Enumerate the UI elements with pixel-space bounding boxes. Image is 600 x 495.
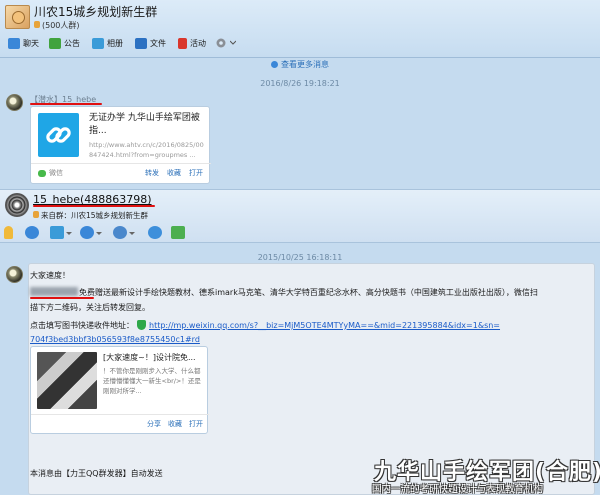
forward-button[interactable]: 转发 [145, 168, 159, 178]
group-avatar[interactable] [5, 5, 30, 29]
toolbar-files-button[interactable]: 文件 [135, 35, 166, 51]
red-underline-annotation [30, 297, 94, 299]
message-line-2: 描下方二维码，关注后转发回复。 [30, 303, 150, 312]
remove-contact-icon[interactable] [113, 226, 127, 239]
message-link-continued[interactable]: 704f3bed3bbf3b056593f8e8755450c1#rd [30, 335, 200, 344]
gear-icon [216, 38, 226, 48]
group-name[interactable]: 川农15城乡规划新生群 [34, 3, 157, 20]
message-line-3: 点击填写图书快递收件地址： http://mp.weixin.qq.com/s?_… [30, 320, 500, 331]
member-count: (500人群) [42, 21, 80, 30]
red-underline-annotation [30, 103, 102, 105]
toolbar-label: 相册 [107, 38, 123, 48]
history-link-label: 查看更多消息 [281, 60, 329, 69]
chevron-down-icon[interactable] [96, 232, 102, 235]
chevron-down-icon[interactable] [66, 232, 72, 235]
message-line-4: 704f3bed3bbf3b056593f8e8755450c1#rd [30, 335, 200, 344]
toolbar-chat-button[interactable]: 聊天 [8, 35, 39, 51]
shared-link-card[interactable]: 无证办学 九华山手绘军团被指... http://www.ahtv.cn/c/2… [30, 106, 211, 184]
video-call-icon[interactable] [25, 226, 39, 239]
toolbar-label: 活动 [190, 38, 206, 48]
toolbar-activity-button[interactable]: 活动 [178, 35, 206, 51]
blurred-text [30, 287, 78, 296]
article-thumbnail [37, 352, 97, 409]
microphone-icon[interactable] [4, 226, 13, 239]
album-icon [92, 37, 104, 49]
toolbar-announcement-button[interactable]: 公告 [49, 35, 80, 51]
contact-source-group: 来自群：川农15城乡规划新生群 [41, 211, 149, 220]
view-more-messages-link[interactable]: 查看更多消息 [0, 58, 600, 70]
flag-icon [178, 37, 187, 49]
auto-send-footer: 本消息由【力王QQ群发器】自动发送 [30, 469, 163, 478]
card-title: 无证办学 九华山手绘军团被指... [89, 113, 200, 136]
favorite-button[interactable]: 收藏 [167, 168, 181, 178]
chat-icon [8, 37, 20, 49]
chevron-down-icon [230, 40, 236, 45]
add-friend-icon[interactable] [148, 226, 162, 239]
card-title: [大家速度~！]设计院免... [103, 353, 196, 362]
card-divider [31, 414, 209, 415]
announcement-icon [49, 37, 61, 49]
group-source-icon [33, 211, 39, 218]
message-greeting: 大家速度！ [30, 271, 70, 280]
watermark-subtitle: 国内一流的考研快题设计与表现教育机构 [372, 484, 544, 495]
message-line-1: 免费赠送最新设计手绘快题教材、德系imark马克笔、清华大学特百重纪念水杯、高分… [30, 287, 538, 298]
favorite-button[interactable]: 收藏 [168, 419, 182, 429]
card-divider [31, 163, 211, 164]
message-timestamp: 2016/8/26 19:18:21 [260, 79, 340, 88]
share-screen-icon[interactable] [80, 226, 94, 239]
toolbar-label: 公告 [64, 38, 80, 48]
card-source-label: 微信 [49, 169, 63, 177]
red-underline-annotation [33, 205, 155, 207]
card-description: ！不管你是刚刚步入大学、什么都还懵懵懂懂大一新生<br/>！还是刚刚对所学... [103, 367, 201, 395]
card-url: http://www.ahtv.cn/c/2016/0825/00847424.… [89, 141, 204, 159]
message-timestamp: 2015/10/25 16:18:11 [257, 253, 343, 262]
chevron-down-icon[interactable] [129, 232, 135, 235]
share-button[interactable]: 分享 [147, 419, 161, 429]
toolbar-album-button[interactable]: 相册 [92, 35, 123, 51]
sender-avatar[interactable] [6, 266, 23, 283]
member-icon [34, 21, 40, 28]
wechat-icon [38, 169, 46, 177]
folder-icon [135, 37, 147, 49]
shared-article-card[interactable]: [大家速度~！]设计院免... ！不管你是刚刚步入大学、什么都还懵懵懂懂大一新生… [30, 346, 209, 434]
link-thumbnail [38, 113, 79, 157]
history-icon [271, 61, 278, 68]
link-label: 点击填写图书快递收件地址： [30, 321, 134, 330]
sender-avatar[interactable] [6, 94, 23, 111]
open-button[interactable]: 打开 [189, 419, 203, 429]
message-link[interactable]: http://mp.weixin.qq.com/s?__biz=MjM5OTE4… [149, 321, 500, 330]
open-button[interactable]: 打开 [189, 168, 203, 178]
toolbar-label: 聊天 [23, 38, 39, 48]
toolbar-label: 文件 [150, 38, 166, 48]
contact-avatar[interactable] [5, 193, 29, 217]
toolbar-settings-button[interactable] [215, 35, 236, 51]
link-icon [46, 127, 71, 143]
message-line-1-text: 免费赠送最新设计手绘快题教材、德系imark马克笔、清华大学特百重纪念水杯、高分… [79, 288, 538, 297]
create-group-icon[interactable] [171, 226, 185, 239]
security-shield-icon [137, 320, 146, 330]
send-file-icon[interactable] [50, 226, 64, 239]
card-source: 微信 [38, 168, 63, 178]
